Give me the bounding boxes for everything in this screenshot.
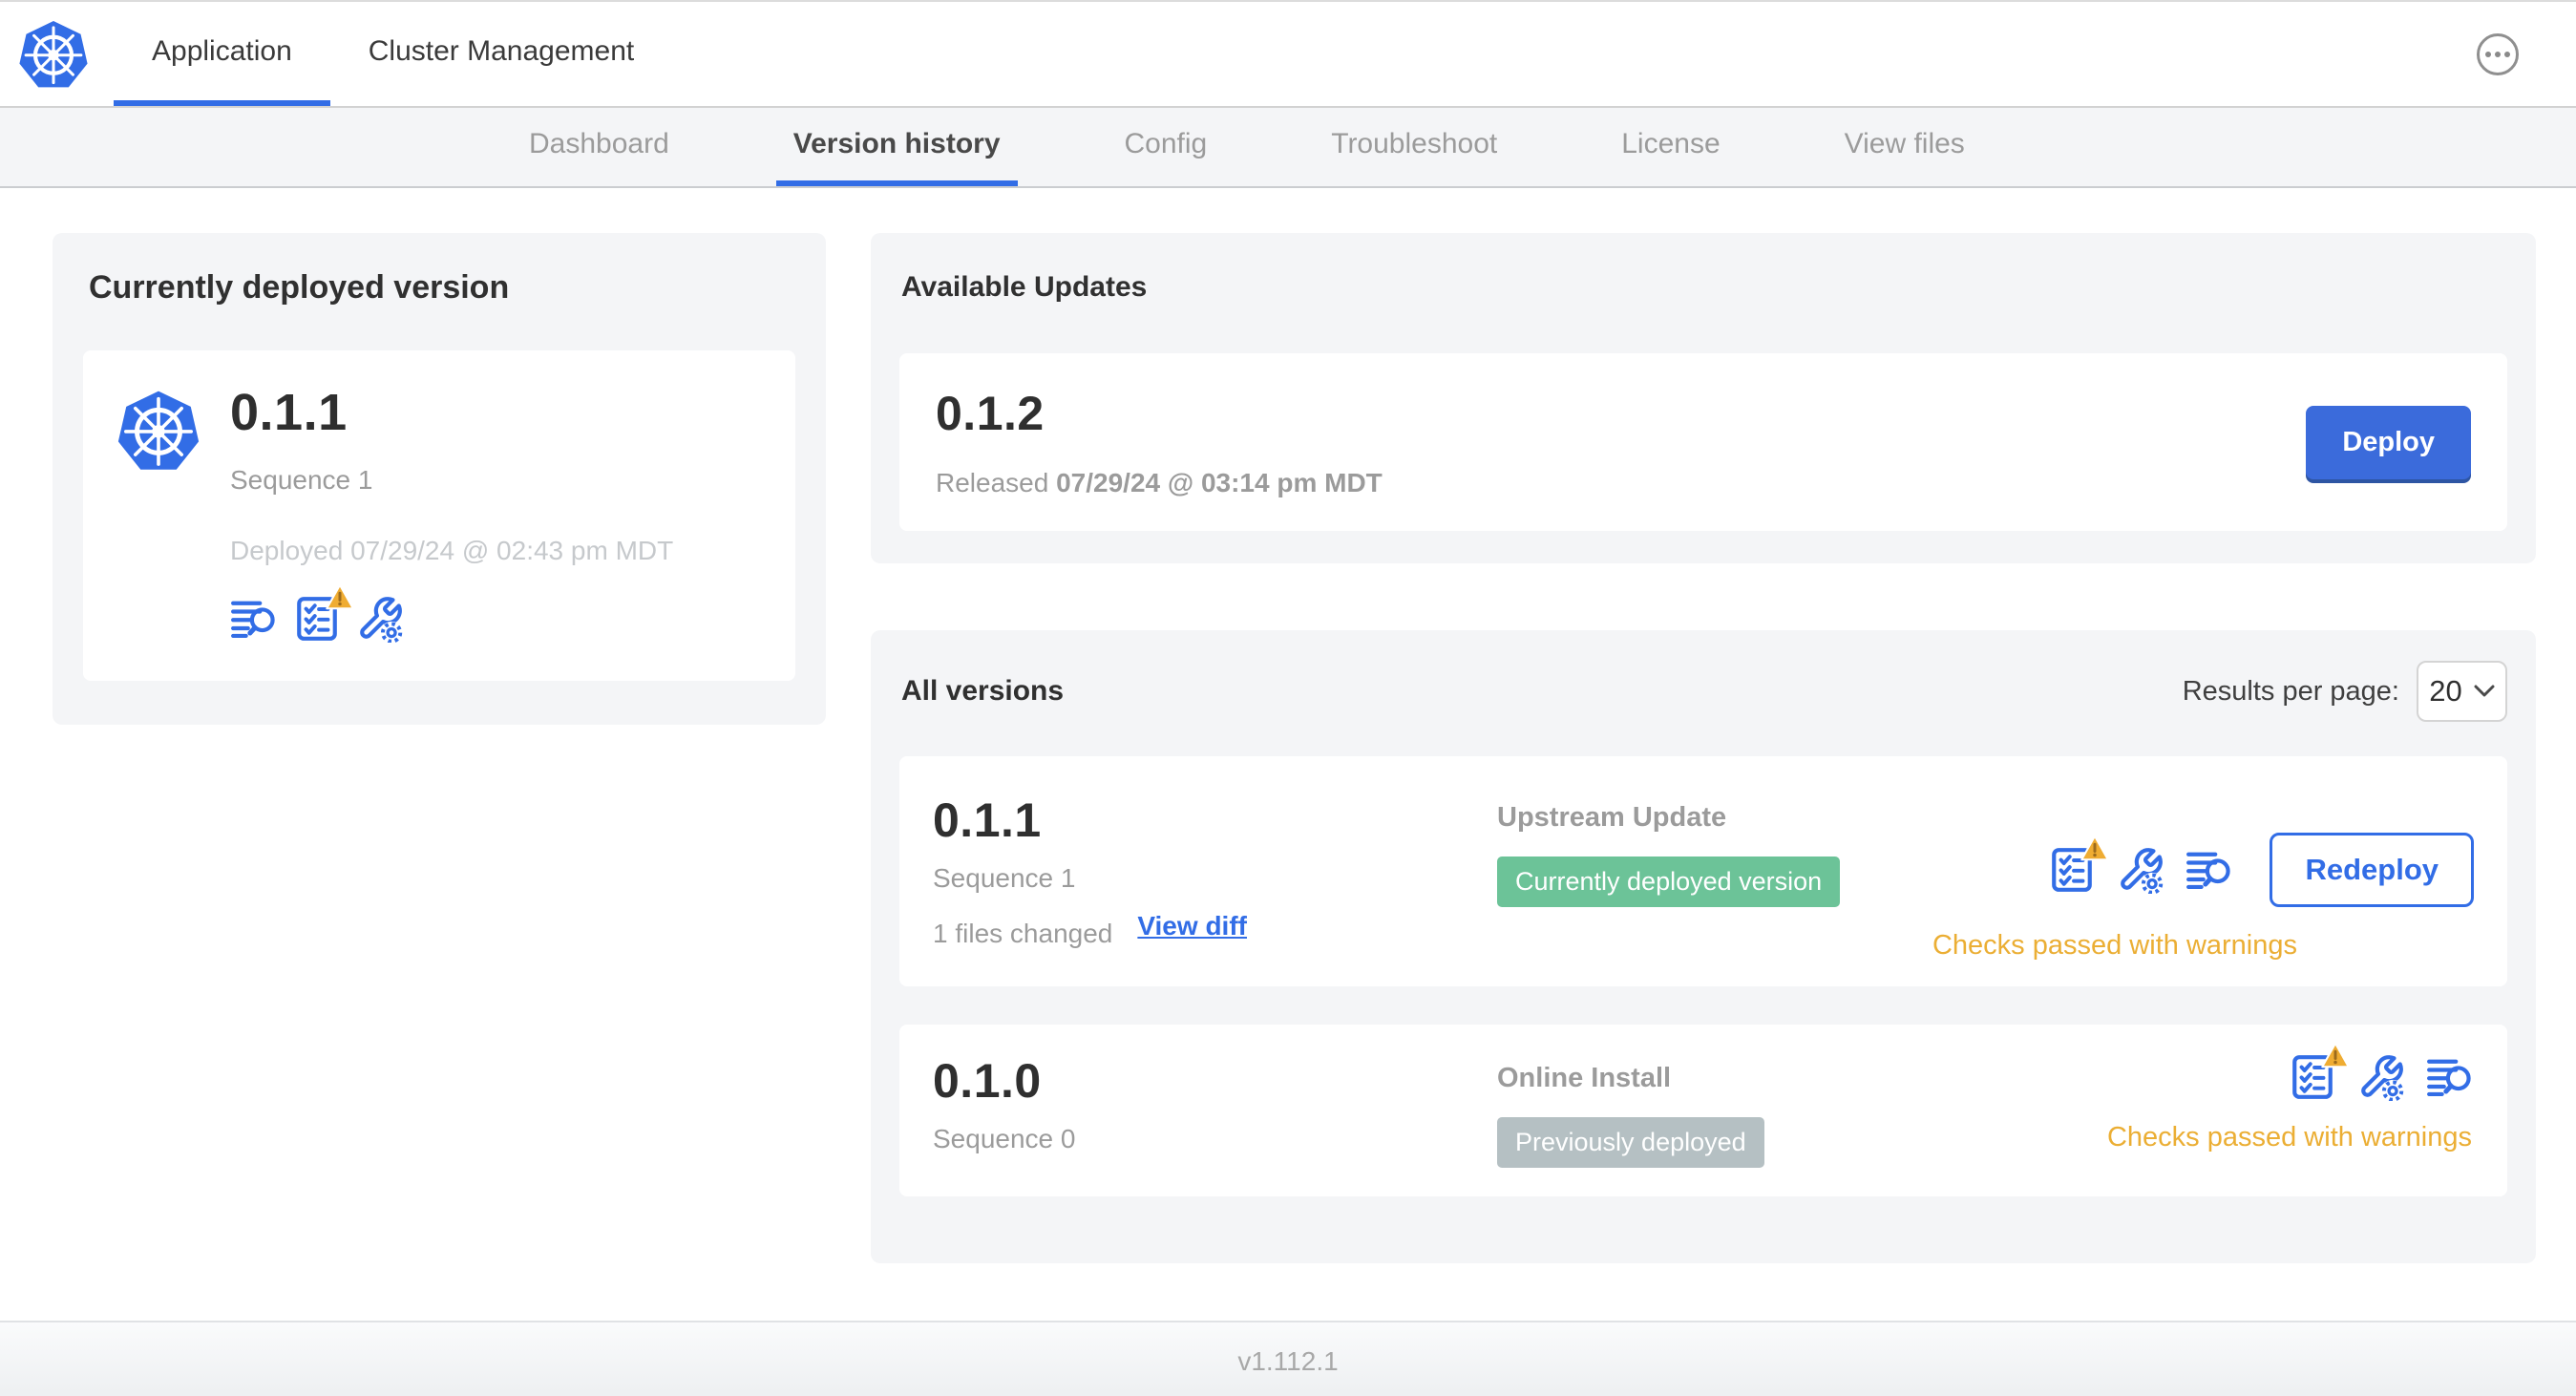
- preflight-warning-icon: [2080, 835, 2109, 861]
- currently-deployed-inner-card: 0.1.1 Sequence 1 Deployed 07/29/24 @ 02:…: [83, 350, 795, 681]
- version-actions-block: Redeploy Checks passed with warnings: [1932, 833, 2474, 962]
- files-changed: 1 files changed: [933, 919, 1113, 948]
- version-actions-block: Checks passed with warnings: [2107, 1053, 2474, 1153]
- app-logo-wrap: [17, 2, 90, 106]
- results-per-page-label: Results per page:: [2182, 675, 2399, 707]
- ellipsis-icon: [2485, 51, 2491, 57]
- admin-console-page: Application Cluster Management Dashboard…: [0, 0, 2576, 1396]
- config-wrench-icon[interactable]: [2357, 1053, 2405, 1101]
- version-source-block: Upstream Update Currently deployed versi…: [1497, 793, 1932, 907]
- all-versions-header: All versions Results per page: 20: [899, 661, 2507, 722]
- results-per-page: Results per page: 20: [2183, 661, 2507, 722]
- top-header-bar: Application Cluster Management: [0, 0, 2576, 108]
- release-notes-icon[interactable]: [2185, 846, 2233, 894]
- status-badge: Previously deployed: [1497, 1117, 1764, 1168]
- release-notes-icon[interactable]: [230, 595, 278, 643]
- version-info: 0.1.1 Sequence 1 1 files changed View di…: [933, 793, 1497, 949]
- footer: v1.112.1: [0, 1321, 2576, 1396]
- all-versions-card: All versions Results per page: 20 0.1.1 …: [871, 630, 2536, 1263]
- version-actions-row: Redeploy: [2048, 833, 2474, 907]
- files-changed-line: 1 files changed View diff: [933, 903, 1497, 949]
- deployed-version-number: 0.1.1: [230, 384, 348, 441]
- currently-deployed-card: Currently deployed version 0.1.1 Sequenc…: [53, 233, 826, 725]
- deployed-timestamp: Deployed 07/29/24 @ 02:43 pm MDT: [230, 536, 674, 565]
- version-source: Upstream Update: [1497, 802, 1727, 833]
- results-per-page-value: 20: [2429, 674, 2462, 708]
- tab-application[interactable]: Application: [114, 2, 330, 106]
- version-source-block: Online Install Previously deployed: [1497, 1053, 2107, 1168]
- app-subnav: Dashboard Version history Config Trouble…: [0, 108, 2576, 188]
- tab-cluster-management[interactable]: Cluster Management: [330, 2, 672, 106]
- results-per-page-select[interactable]: 20: [2417, 661, 2507, 722]
- preflight-checks-icon[interactable]: [293, 595, 341, 643]
- version-row-0-1-1: 0.1.1 Sequence 1 1 files changed View di…: [899, 756, 2507, 986]
- version-number: 0.1.1: [933, 793, 1042, 847]
- preflight-checks-icon[interactable]: [2289, 1053, 2336, 1101]
- view-diff-link[interactable]: View diff: [1137, 911, 1247, 941]
- all-versions-title: All versions: [901, 675, 1065, 707]
- released-date: 07/29/24 @ 03:14 pm MDT: [1056, 468, 1383, 497]
- available-update-row: 0.1.2 Released 07/29/24 @ 03:14 pm MDT D…: [899, 353, 2507, 531]
- kubernetes-logo-icon: [17, 18, 90, 91]
- version-row-0-1-0: 0.1.0 Sequence 0 Online Install Previous…: [899, 1025, 2507, 1196]
- right-column: Available Updates 0.1.2 Released 07/29/2…: [871, 233, 2536, 1263]
- header-tabs: Application Cluster Management: [114, 2, 672, 106]
- subnav-config[interactable]: Config: [1108, 108, 1225, 186]
- available-updates-title: Available Updates: [901, 271, 1148, 303]
- checks-status-text: Checks passed with warnings: [1932, 930, 2297, 961]
- version-sequence: Sequence 0: [933, 1124, 1076, 1153]
- application-icon: [116, 387, 201, 475]
- subnav-troubleshoot[interactable]: Troubleshoot: [1314, 108, 1514, 186]
- chevron-down-icon: [2474, 685, 2495, 698]
- config-wrench-icon[interactable]: [356, 595, 404, 643]
- version-actions-row: [2289, 1053, 2474, 1101]
- preflight-warning-icon: [2321, 1042, 2350, 1068]
- checks-status-text: Checks passed with warnings: [2106, 1122, 2472, 1153]
- release-notes-icon[interactable]: [2426, 1053, 2474, 1101]
- console-version-text: v1.112.1: [1237, 1345, 1339, 1376]
- available-update-info: 0.1.2 Released 07/29/24 @ 03:14 pm MDT: [936, 386, 1383, 498]
- more-options-button[interactable]: [2477, 32, 2519, 75]
- version-sequence: Sequence 1: [933, 863, 1076, 893]
- preflight-checks-icon[interactable]: [2048, 846, 2096, 894]
- subnav-version-history[interactable]: Version history: [775, 108, 1018, 186]
- currently-deployed-title: Currently deployed version: [89, 269, 510, 306]
- redeploy-button[interactable]: Redeploy: [2270, 833, 2474, 907]
- preflight-warning-icon: [326, 583, 354, 610]
- update-version-number: 0.1.2: [936, 387, 1045, 440]
- deploy-button[interactable]: Deploy: [2306, 405, 2471, 479]
- update-released-line: Released 07/29/24 @ 03:14 pm MDT: [936, 468, 1383, 498]
- subnav-view-files[interactable]: View files: [1827, 108, 1982, 186]
- deployed-version-actions: [230, 595, 673, 643]
- version-info: 0.1.0 Sequence 0: [933, 1053, 1497, 1154]
- released-label: Released: [936, 468, 1049, 497]
- deployed-sequence: Sequence 1: [230, 465, 373, 495]
- subnav-license[interactable]: License: [1604, 108, 1737, 186]
- config-wrench-icon[interactable]: [2117, 846, 2164, 894]
- currently-deployed-info: 0.1.1 Sequence 1 Deployed 07/29/24 @ 02:…: [230, 383, 673, 643]
- version-source: Online Install: [1497, 1063, 1672, 1093]
- available-updates-card: Available Updates 0.1.2 Released 07/29/2…: [871, 233, 2536, 563]
- main-content: Currently deployed version 0.1.1 Sequenc…: [0, 188, 2576, 1321]
- version-number: 0.1.0: [933, 1054, 1042, 1108]
- subnav-dashboard[interactable]: Dashboard: [512, 108, 686, 186]
- status-badge: Currently deployed version: [1497, 857, 1841, 907]
